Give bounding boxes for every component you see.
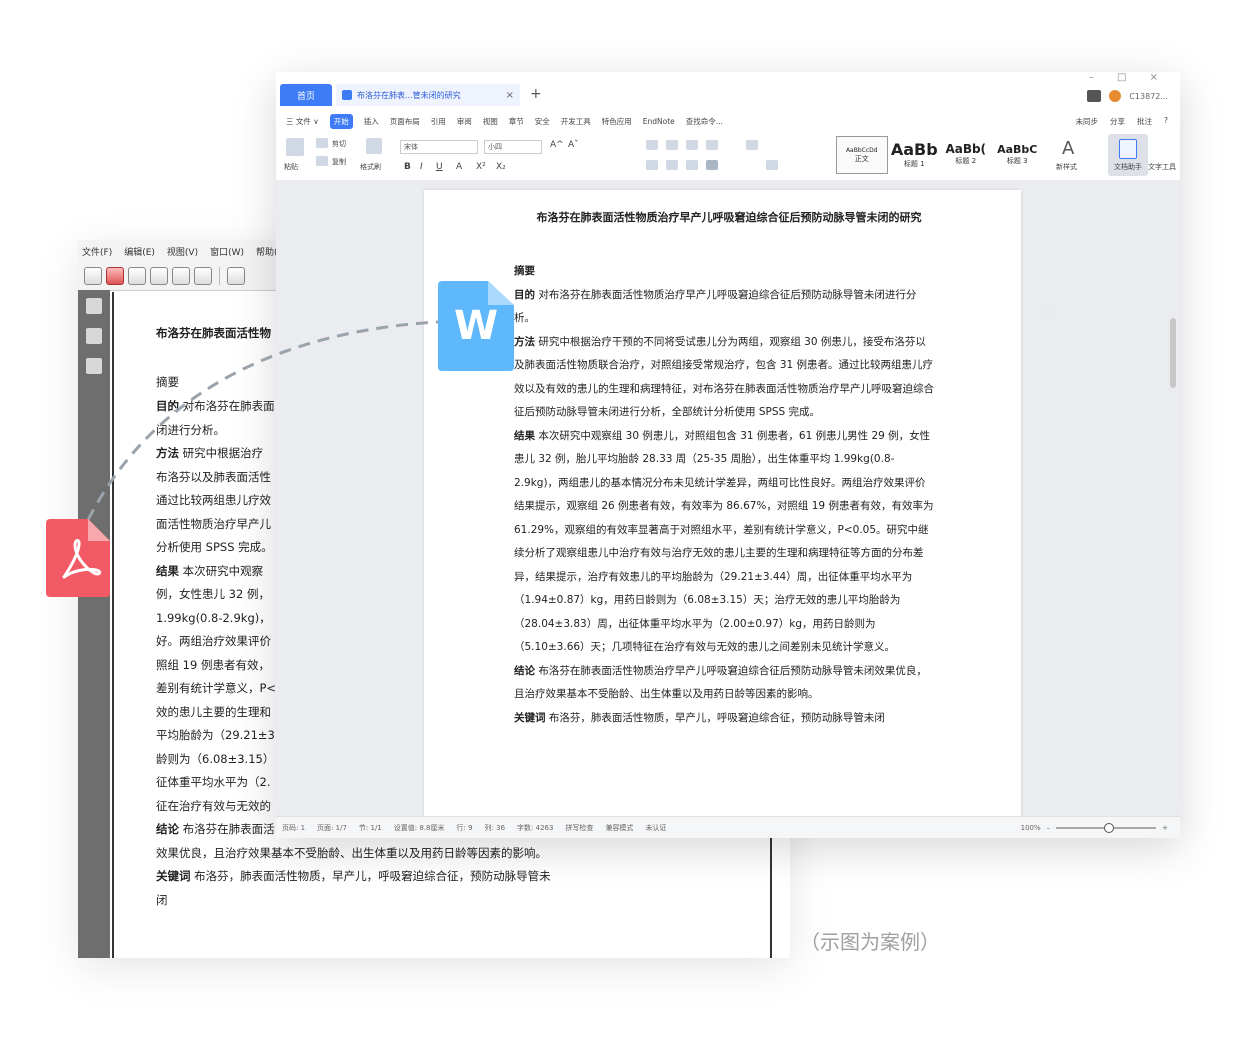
conversion-arrow	[86, 320, 439, 521]
word-badge-letter: W	[453, 303, 499, 349]
caption: （示图为案例）	[800, 930, 940, 954]
dashed-connector	[86, 320, 439, 521]
